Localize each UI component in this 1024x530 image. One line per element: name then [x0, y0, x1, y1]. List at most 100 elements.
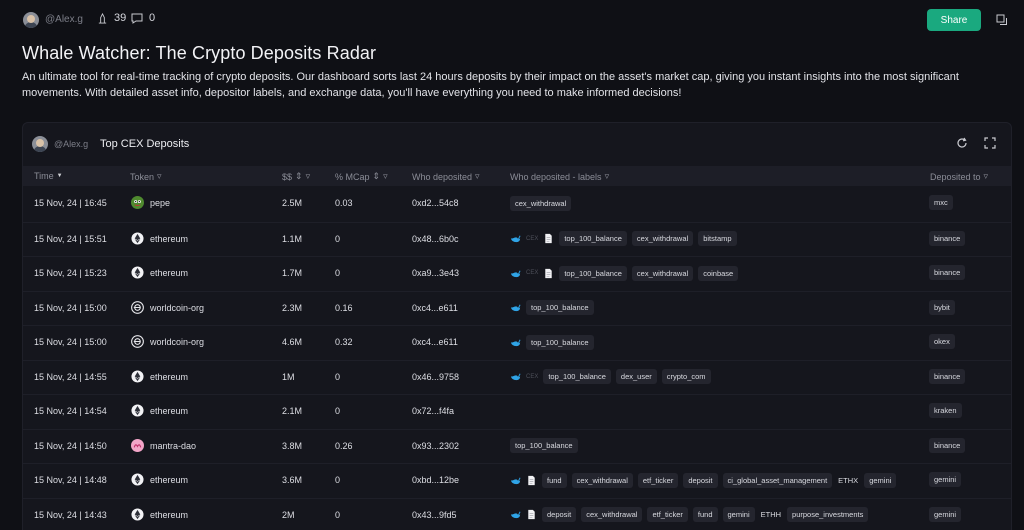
row-deposited-to[interactable]: gemini — [929, 506, 962, 522]
label-tag[interactable]: gemini — [722, 507, 755, 522]
expand-icon[interactable] — [984, 137, 996, 149]
label-tag[interactable]: top_100_balance — [510, 438, 578, 453]
row-token[interactable]: pepe — [150, 198, 170, 208]
author-username[interactable]: @Alex.g — [45, 14, 83, 25]
row-mcap: 0.26 — [335, 440, 353, 451]
row-depositor[interactable]: 0xa9...3e43 — [412, 268, 459, 278]
table-row[interactable]: 15 Nov, 24 | 15:51 ethereum 1.1M 0 0x48...6b… — [23, 221, 1011, 256]
row-token[interactable]: ethereum — [150, 372, 188, 382]
row-labels: top_100_balance — [510, 334, 594, 350]
column-header-who[interactable]: Who deposited ▿ — [412, 171, 480, 182]
row-depositor[interactable]: 0xbd...12be — [412, 475, 459, 485]
label-tag[interactable]: cex_withdrawal — [510, 195, 572, 211]
row-token[interactable]: ethereum — [150, 475, 188, 485]
widget-user-avatar[interactable] — [32, 136, 48, 152]
label-tag[interactable]: fund — [692, 507, 718, 522]
likes-counter[interactable]: 39 — [97, 12, 126, 24]
row-deposited-to[interactable]: binance — [929, 368, 966, 384]
label-tag[interactable]: deposit — [542, 507, 577, 522]
label-tag[interactable]: cex_withdrawal — [631, 265, 694, 281]
column-header-deposited-to[interactable]: Deposited to ▿ — [930, 171, 988, 182]
row-depositor[interactable]: 0xd2...54c8 — [412, 198, 459, 208]
label-tag[interactable]: top_100_balance — [526, 300, 594, 315]
label-tag[interactable]: coinbase — [698, 265, 739, 281]
row-deposited-to[interactable]: binance — [929, 437, 966, 453]
user-avatar[interactable] — [23, 12, 39, 28]
label-tag[interactable]: top_100_balance — [543, 369, 611, 384]
table-row[interactable]: 15 Nov, 24 | 15:23 ethereum 1.7M 0 0xa9...3e… — [23, 256, 1011, 290]
column-header-mcap[interactable]: % MCap ⇕ ▿ — [335, 171, 388, 182]
table-row[interactable]: 15 Nov, 24 | 14:50 mantra-dao 3.8M 0.26 0x93… — [23, 428, 1011, 463]
column-header-time[interactable]: Time ▼ — [34, 171, 63, 181]
copy-icon[interactable] — [996, 14, 1008, 26]
column-header-usd[interactable]: $$ ⇕ ▿ — [282, 171, 310, 182]
refresh-icon[interactable] — [956, 137, 968, 149]
row-token[interactable]: mantra-dao — [150, 441, 196, 451]
row-deposited-to[interactable]: gemini — [929, 472, 962, 487]
comments-counter[interactable]: 0 — [131, 12, 155, 24]
column-header-labels[interactable]: Who deposited - labels ▿ — [510, 171, 609, 182]
table-row[interactable]: 15 Nov, 24 | 14:54 ethereum 2.1M 0 0x72...f4… — [23, 394, 1011, 428]
share-button[interactable]: Share — [927, 9, 981, 31]
whale-icon — [510, 235, 521, 243]
label-tag[interactable]: etf_ticker — [637, 472, 679, 488]
label-tag[interactable]: ETHX — [837, 473, 859, 488]
row-token[interactable]: ethereum — [150, 510, 188, 520]
label-tag[interactable]: bitstamp — [698, 231, 737, 246]
label-tag[interactable]: etf_ticker — [647, 507, 688, 522]
ethereum-token-icon — [131, 473, 144, 486]
label-tag[interactable]: purpose_investments — [787, 507, 869, 522]
ethereum-token-icon — [131, 231, 144, 245]
label-tag[interactable]: ETHH — [760, 507, 782, 522]
label-tag[interactable]: cex_withdrawal — [631, 231, 694, 246]
row-depositor[interactable]: 0xc4...e611 — [412, 303, 458, 313]
row-depositor[interactable]: 0x43...9fd5 — [412, 510, 457, 520]
row-depositor[interactable]: 0x46...9758 — [412, 372, 459, 382]
row-deposited-to[interactable]: bybit — [929, 299, 955, 315]
column-header-token[interactable]: Token ▿ — [130, 171, 162, 182]
label-tag[interactable]: deposit — [683, 472, 718, 488]
label-tag[interactable]: top_100_balance — [526, 334, 594, 350]
label-tag[interactable]: fund — [542, 472, 567, 488]
table-row[interactable]: 15 Nov, 24 | 14:43 ethereum 2M 0 0x43...9fd5… — [23, 497, 1011, 530]
filter-icon: ▿ — [475, 171, 480, 181]
row-depositor[interactable]: 0xc4...e611 — [412, 337, 458, 347]
row-labels: cex_withdrawal — [510, 195, 572, 211]
row-depositor[interactable]: 0x93...2302 — [412, 441, 459, 451]
label-tag[interactable]: cex_withdrawal — [581, 507, 643, 522]
row-token[interactable]: ethereum — [150, 406, 188, 416]
row-depositor[interactable]: 0x48...6b0c — [412, 234, 459, 244]
row-usd: 3.6M — [282, 475, 303, 485]
ethereum-token-icon — [131, 404, 144, 417]
row-depositor[interactable]: 0x72...f4fa — [412, 406, 454, 416]
row-deposited-to[interactable]: binance — [929, 230, 966, 246]
row-deposited-to[interactable]: mxc — [929, 195, 953, 210]
widget-username[interactable]: @Alex.g — [54, 139, 88, 149]
row-time: 15 Nov, 24 | 14:55 — [34, 371, 107, 382]
row-token[interactable]: worldcoin-org — [150, 337, 204, 347]
row-token[interactable]: ethereum — [150, 268, 188, 278]
label-tag[interactable]: crypto_com — [661, 369, 711, 384]
row-usd: 2.1M — [282, 406, 303, 416]
label-tag[interactable]: gemini — [864, 472, 897, 488]
row-token[interactable]: worldcoin-org — [150, 303, 204, 313]
row-mcap: 0 — [335, 233, 341, 244]
whale-icon — [510, 373, 521, 381]
label-tag[interactable]: dex_user — [615, 369, 657, 384]
table-row[interactable]: 15 Nov, 24 | 15:00 worldcoin-org 4.6M 0.32 0… — [23, 325, 1011, 359]
ethereum-token-icon — [131, 266, 144, 279]
label-tag[interactable]: ci_global_asset_management — [722, 472, 833, 488]
label-tag[interactable]: top_100_balance — [559, 265, 627, 281]
table-row[interactable]: 15 Nov, 24 | 16:45 pepe 2.5M 0.03 0xd2...54c… — [23, 187, 1011, 221]
table-row[interactable]: 15 Nov, 24 | 14:55 ethereum 1M 0 0x46...9758… — [23, 359, 1011, 394]
row-deposited-to[interactable]: kraken — [929, 403, 962, 418]
row-token[interactable]: ethereum — [150, 234, 188, 244]
row-deposited-to[interactable]: okex — [929, 334, 955, 349]
table-row[interactable]: 15 Nov, 24 | 15:00 worldcoin-org 2.3M 0.16 0… — [23, 290, 1011, 325]
row-labels: CEX top_100_balance cex_withdrawal bitstamp — [510, 231, 737, 247]
label-tag[interactable]: top_100_balance — [559, 231, 627, 246]
label-tag[interactable]: cex_withdrawal — [571, 472, 633, 488]
row-deposited-to[interactable]: binance — [929, 265, 966, 280]
table-row[interactable]: 15 Nov, 24 | 14:48 ethereum 3.6M 0 0xbd...12… — [23, 463, 1011, 497]
sort-desc-icon: ▼ — [56, 173, 63, 179]
